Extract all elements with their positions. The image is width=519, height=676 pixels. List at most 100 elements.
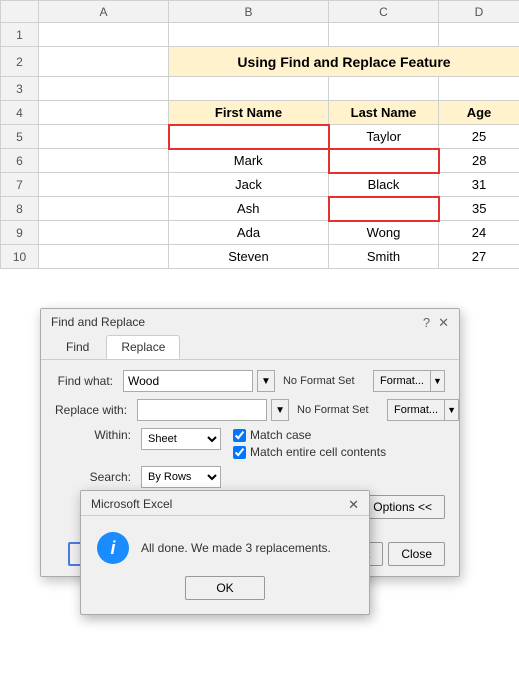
find-format-btn-arrow[interactable]: ▼: [430, 371, 444, 391]
replace-with-row: Replace with: ▼ No Format Set Format... …: [55, 399, 445, 421]
cell-d10[interactable]: 27: [439, 245, 519, 269]
cell-d3[interactable]: [439, 77, 519, 101]
cell-d8[interactable]: 35: [439, 197, 519, 221]
replace-with-input[interactable]: [137, 399, 267, 421]
match-entire-row[interactable]: Match entire cell contents: [233, 445, 386, 459]
search-row: Search: By Rows: [55, 466, 445, 488]
cell-b9[interactable]: Ada: [169, 221, 329, 245]
replace-with-label: Replace with:: [55, 403, 133, 417]
find-dropdown-btn[interactable]: ▼: [257, 370, 275, 392]
replace-dropdown-btn[interactable]: ▼: [271, 399, 289, 421]
cell-a5[interactable]: [39, 125, 169, 149]
match-case-row[interactable]: Match case: [233, 428, 386, 442]
cell-b4-header[interactable]: First Name: [169, 101, 329, 125]
cell-a6[interactable]: [39, 149, 169, 173]
col-header-b[interactable]: B: [169, 1, 329, 23]
within-row: Within: Sheet Match case Match entire ce…: [55, 428, 445, 459]
msgbox-footer: OK: [81, 576, 369, 614]
find-what-row: Find what: ▼ No Format Set Format... ▼: [55, 370, 445, 392]
options-btn[interactable]: Options <<: [360, 495, 445, 519]
msgbox-info-icon: i: [97, 532, 129, 564]
row-num-8: 8: [1, 197, 39, 221]
cell-b7[interactable]: Jack: [169, 173, 329, 197]
cell-a3[interactable]: [39, 77, 169, 101]
corner-cell: [1, 1, 39, 23]
replace-format-btn[interactable]: Format... ▼: [387, 399, 459, 421]
cell-c10[interactable]: Smith: [329, 245, 439, 269]
find-what-input[interactable]: [123, 370, 253, 392]
title-cell[interactable]: Using Find and Replace Feature: [169, 47, 519, 77]
within-label: Within:: [55, 428, 137, 442]
row-num-10: 10: [1, 245, 39, 269]
cell-d5[interactable]: 25: [439, 125, 519, 149]
find-format-btn-main[interactable]: Format...: [374, 371, 430, 391]
match-case-checkbox[interactable]: [233, 429, 246, 442]
cell-c7[interactable]: Black: [329, 173, 439, 197]
col-header-d[interactable]: D: [439, 1, 519, 23]
row-num-7: 7: [1, 173, 39, 197]
cell-d9[interactable]: 24: [439, 221, 519, 245]
cell-b8[interactable]: Ash: [169, 197, 329, 221]
row-num-3: 3: [1, 77, 39, 101]
cell-c3[interactable]: [329, 77, 439, 101]
cell-c8[interactable]: [329, 197, 439, 221]
cell-c1[interactable]: [329, 23, 439, 47]
cell-c9[interactable]: Wong: [329, 221, 439, 245]
tab-find[interactable]: Find: [51, 335, 104, 359]
cell-a9[interactable]: [39, 221, 169, 245]
within-select[interactable]: Sheet: [141, 428, 221, 450]
cell-a7[interactable]: [39, 173, 169, 197]
cell-d7[interactable]: 31: [439, 173, 519, 197]
replace-format-label: No Format Set: [293, 404, 383, 416]
cell-a10[interactable]: [39, 245, 169, 269]
dialog-help-button[interactable]: ?: [423, 316, 430, 329]
dialog-title-text: Find and Replace: [51, 315, 145, 329]
dialog-title-bar: Find and Replace ? ✕: [41, 309, 459, 333]
cell-b1[interactable]: [169, 23, 329, 47]
row-num-1: 1: [1, 23, 39, 47]
cell-c4-header[interactable]: Last Name: [329, 101, 439, 125]
msgbox-dialog: Microsoft Excel ✕ i All done. We made 3 …: [80, 490, 370, 615]
match-entire-checkbox[interactable]: [233, 446, 246, 459]
match-case-label: Match case: [250, 428, 311, 442]
find-input-group: ▼: [123, 370, 275, 392]
tab-replace[interactable]: Replace: [106, 335, 180, 359]
search-select[interactable]: By Rows: [141, 466, 221, 488]
cell-b5[interactable]: [169, 125, 329, 149]
cell-b3[interactable]: [169, 77, 329, 101]
msgbox-title-text: Microsoft Excel: [91, 497, 172, 511]
replace-format-btn-arrow[interactable]: ▼: [444, 400, 458, 420]
find-format-label: No Format Set: [279, 375, 369, 387]
cell-a1[interactable]: [39, 23, 169, 47]
msgbox-message: All done. We made 3 replacements.: [141, 541, 331, 555]
cell-b6[interactable]: Mark: [169, 149, 329, 173]
match-entire-label: Match entire cell contents: [250, 445, 386, 459]
checkboxes-group: Match case Match entire cell contents: [233, 428, 386, 459]
cell-d6[interactable]: 28: [439, 149, 519, 173]
col-header-c[interactable]: C: [329, 1, 439, 23]
cell-c6[interactable]: [329, 149, 439, 173]
dialog-tabs: Find Replace: [41, 335, 459, 360]
replace-format-btn-main[interactable]: Format...: [388, 400, 444, 420]
dialog-title-icons: ? ✕: [423, 316, 449, 329]
replace-input-group: ▼: [137, 399, 289, 421]
row-num-5: 5: [1, 125, 39, 149]
find-format-btn[interactable]: Format... ▼: [373, 370, 445, 392]
msgbox-ok-button[interactable]: OK: [185, 576, 265, 600]
cell-a2[interactable]: [39, 47, 169, 77]
close-dialog-button[interactable]: Close: [388, 542, 445, 566]
cell-a8[interactable]: [39, 197, 169, 221]
cell-b10[interactable]: Steven: [169, 245, 329, 269]
row-num-2: 2: [1, 47, 39, 77]
cell-d4-header[interactable]: Age: [439, 101, 519, 125]
dialog-close-button[interactable]: ✕: [438, 316, 449, 329]
msgbox-body: i All done. We made 3 replacements.: [81, 516, 369, 576]
row-num-9: 9: [1, 221, 39, 245]
cell-c5[interactable]: Taylor: [329, 125, 439, 149]
msgbox-close-button[interactable]: ✕: [348, 498, 359, 511]
cell-d1[interactable]: [439, 23, 519, 47]
cell-a4[interactable]: [39, 101, 169, 125]
col-header-a[interactable]: A: [39, 1, 169, 23]
msgbox-title-bar: Microsoft Excel ✕: [81, 491, 369, 516]
spreadsheet: A B C D 1 2 Using Find and Replace Featu…: [0, 0, 519, 269]
